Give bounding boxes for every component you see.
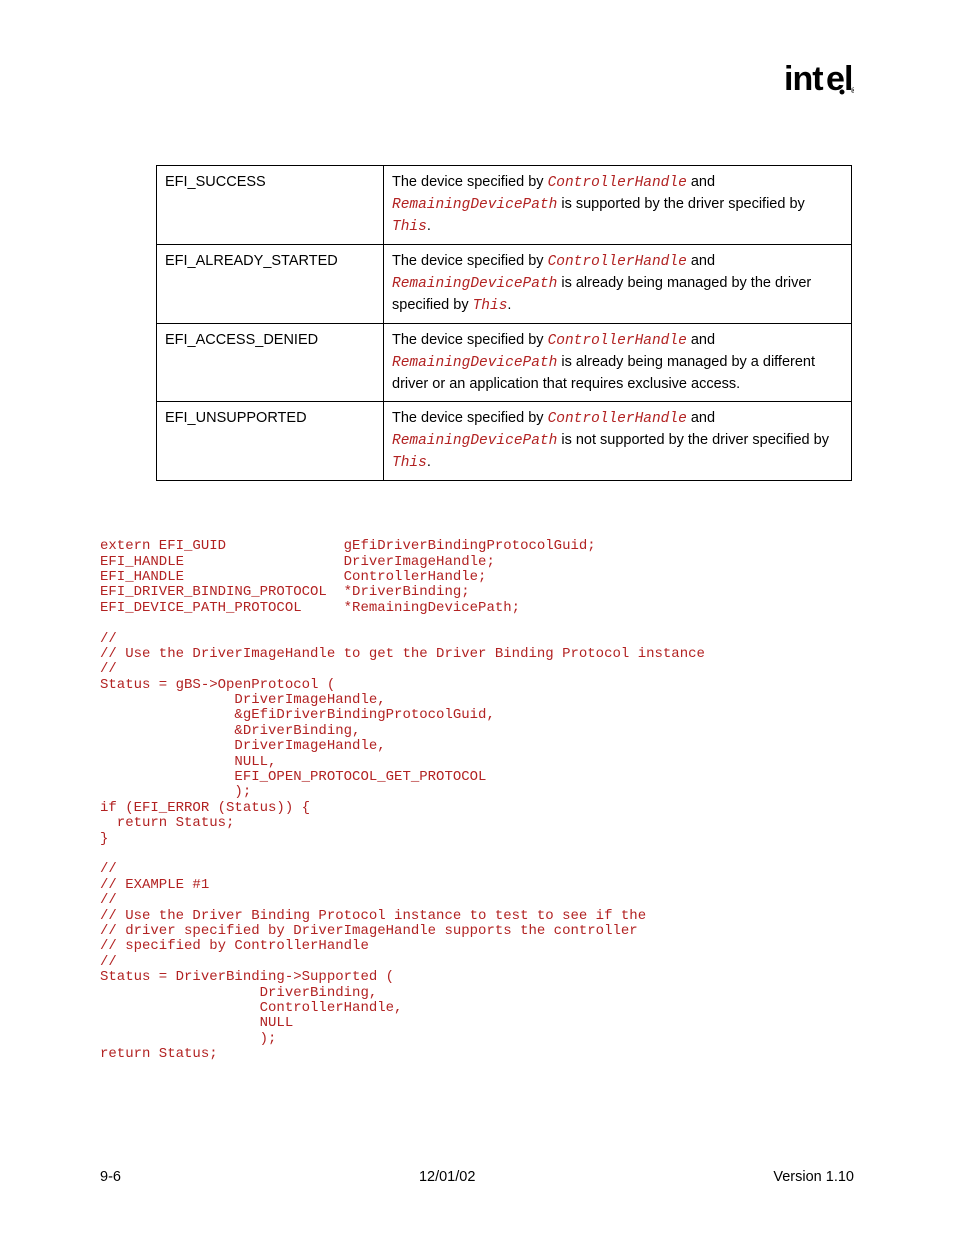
- code-term: RemainingDevicePath: [392, 355, 557, 371]
- code-example: extern EFI_GUID gEfiDriverBindingProtoco…: [100, 539, 854, 1062]
- footer-date: 12/01/02: [419, 1169, 475, 1185]
- code-term: ControllerHandle: [548, 175, 687, 191]
- table-row: EFI_ACCESS_DENIEDThe device specified by…: [157, 324, 852, 402]
- status-codes-table: EFI_SUCCESSThe device specified by Contr…: [156, 165, 852, 481]
- intel-logo: int e l ®: [784, 60, 854, 110]
- code-term: RemainingDevicePath: [392, 433, 557, 449]
- status-code-description: The device specified by ControllerHandle…: [384, 324, 852, 402]
- table-row: EFI_ALREADY_STARTEDThe device specified …: [157, 245, 852, 324]
- code-term: ControllerHandle: [548, 254, 687, 270]
- status-code-name: EFI_ALREADY_STARTED: [157, 245, 384, 324]
- table-body: EFI_SUCCESSThe device specified by Contr…: [157, 166, 852, 481]
- svg-text:int: int: [784, 60, 823, 98]
- status-code-description: The device specified by ControllerHandle…: [384, 166, 852, 245]
- page-content: int e l ® EFI_SUCCESSThe device specifie…: [0, 0, 954, 1235]
- code-term: This: [392, 219, 427, 235]
- code-term: This: [473, 298, 508, 314]
- status-code-name: EFI_ACCESS_DENIED: [157, 324, 384, 402]
- status-code-name: EFI_UNSUPPORTED: [157, 402, 384, 481]
- code-term: ControllerHandle: [548, 411, 687, 427]
- code-term: This: [392, 455, 427, 471]
- page-footer: 9-6 12/01/02 Version 1.10: [100, 1169, 854, 1185]
- status-code-description: The device specified by ControllerHandle…: [384, 402, 852, 481]
- footer-page-number: 9-6: [100, 1169, 121, 1185]
- footer-version: Version 1.10: [773, 1169, 854, 1185]
- code-term: RemainingDevicePath: [392, 276, 557, 292]
- svg-text:®: ®: [851, 87, 854, 95]
- code-term: RemainingDevicePath: [392, 197, 557, 213]
- table-row: EFI_SUCCESSThe device specified by Contr…: [157, 166, 852, 245]
- status-code-description: The device specified by ControllerHandle…: [384, 245, 852, 324]
- code-term: ControllerHandle: [548, 333, 687, 349]
- status-code-name: EFI_SUCCESS: [157, 166, 384, 245]
- table-row: EFI_UNSUPPORTEDThe device specified by C…: [157, 402, 852, 481]
